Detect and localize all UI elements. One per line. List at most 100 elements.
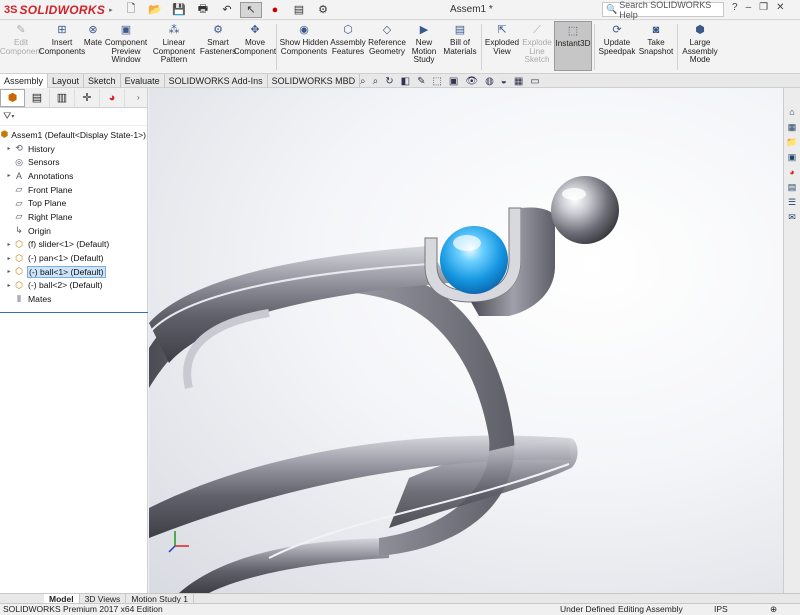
help-search-input[interactable]: 🔍 Search SOLIDWORKS Help <box>602 2 724 17</box>
linear-component-pattern-button[interactable]: ⁂Linear Component Pattern <box>148 21 200 65</box>
zoom-to-fit-icon[interactable]: ⌕ <box>360 76 366 87</box>
tree-node[interactable]: ▸⬡(-) ball<1> (Default) <box>0 265 147 279</box>
rebuild-status-icon[interactable]: ⊕ <box>770 604 777 615</box>
component-preview-window-button[interactable]: ▣Component Preview Window <box>104 21 148 65</box>
ribbon-button-label: Instant3D <box>555 40 590 49</box>
tab-evaluate[interactable]: Evaluate <box>121 74 165 88</box>
tree-node[interactable]: ▸⬡(f) slider<1> (Default) <box>0 238 147 252</box>
hide-show-items-icon[interactable]: 👁 <box>465 76 478 87</box>
expand-panel-icon[interactable]: › <box>137 93 147 102</box>
show-hidden-components-button[interactable]: ◉Show Hidden Components <box>279 21 329 56</box>
tree-node[interactable]: ▸⬡(-) ball<2> (Default) <box>0 279 147 293</box>
smart-fasteners-button[interactable]: ⚙Smart Fasteners <box>200 21 236 56</box>
ribbon-button-label: Bill of Materials <box>441 39 479 56</box>
feature-tree-tab-icon[interactable]: ⬢ <box>0 89 25 107</box>
reference-geometry-button[interactable]: ◇Reference Geometry <box>367 21 407 56</box>
large-assembly-icon: ⬢ <box>692 23 708 37</box>
expand-arrow-icon[interactable]: ▸ <box>5 268 13 275</box>
tree-node[interactable]: ▸⬡(-) pan<1> (Default) <box>0 251 147 265</box>
tree-node-label: Top Plane <box>27 198 67 208</box>
large-assembly-mode-button[interactable]: ⬢Large Assembly Mode <box>680 21 720 65</box>
ribbon-button-label: Edit Component <box>0 39 42 56</box>
close-icon[interactable]: ✕ <box>776 2 784 13</box>
tab-solidworks-mbd[interactable]: SOLIDWORKS MBD <box>268 74 361 88</box>
command-manager: ✎Edit Component⊞Insert Components⊗Mate▣C… <box>0 21 800 73</box>
print-icon[interactable]: 🖶 <box>192 2 214 18</box>
expand-arrow-icon[interactable]: ▸ <box>5 241 13 248</box>
open-icon[interactable]: 📂 <box>144 2 166 18</box>
instant3d-button[interactable]: ⬚Instant3D <box>554 21 592 71</box>
assembly-features-button[interactable]: ⬡Assembly Features <box>329 21 367 56</box>
configuration-manager-tab-icon[interactable]: ▥ <box>50 89 75 107</box>
assembly-3d-model[interactable] <box>149 88 783 593</box>
tab-assembly[interactable]: Assembly <box>0 74 48 88</box>
tab-solidworks-add-ins[interactable]: SOLIDWORKS Add-Ins <box>165 74 268 88</box>
solidworks-logo[interactable]: 3S SOLIDWORKS ▸ <box>0 3 110 17</box>
zoom-area-icon[interactable]: ⌕ <box>373 76 379 87</box>
explode-line-sketch-button[interactable]: ⟋Explode Line Sketch <box>520 21 554 65</box>
view-palette-icon[interactable]: ▣ <box>786 151 798 163</box>
dimxpert-tab-icon[interactable]: ✛ <box>75 89 100 107</box>
expand-arrow-icon[interactable]: ▸ <box>5 145 13 152</box>
design-library-icon[interactable]: ▦ <box>786 121 798 133</box>
options-gear-icon[interactable]: ⚙ <box>312 2 334 18</box>
undo-icon[interactable]: ↶ <box>216 2 238 18</box>
select-icon[interactable]: ↖ <box>240 2 262 18</box>
display-style-icon[interactable]: ▣ <box>449 76 458 87</box>
update-speedpak-button[interactable]: ⟳Update Speedpak <box>597 21 637 56</box>
property-manager-tab-icon[interactable]: ▤ <box>25 89 50 107</box>
tree-node[interactable]: ▱Top Plane <box>0 196 147 210</box>
expand-arrow-icon[interactable]: ▸ <box>5 255 13 262</box>
dynamic-annotation-icon[interactable]: ✎ <box>417 76 425 87</box>
tree-filter[interactable]: ⛛▾ <box>0 108 147 126</box>
save-icon[interactable]: 💾 <box>168 2 190 18</box>
tree-node[interactable]: ⬢Assem1 (Default<Display State-1>) <box>0 128 147 142</box>
display-manager-tab-icon[interactable]: ◕ <box>100 89 125 107</box>
expand-arrow-icon[interactable]: ▸ <box>5 172 13 179</box>
section-view-icon[interactable]: ◧ <box>401 76 410 87</box>
view-orientation-icon[interactable]: ⬚ <box>432 76 441 87</box>
quick-access-toolbar: 🗋 📂 💾 🖶 ↶ ↖ ● ▤ ⚙ <box>120 2 334 18</box>
mate-button[interactable]: ⊗Mate <box>82 21 104 48</box>
bottom-tab-model[interactable]: Model <box>44 594 80 603</box>
tree-node[interactable]: ▱Front Plane <box>0 183 147 197</box>
expand-arrow-icon[interactable]: ▸ <box>5 282 13 289</box>
edit-appearance-icon[interactable]: ◍ <box>485 76 494 87</box>
edit-component-button[interactable]: ✎Edit Component <box>0 21 42 56</box>
community-icon[interactable]: ✉ <box>786 211 798 223</box>
move-component-button[interactable]: ✥Move Component <box>236 21 274 56</box>
take-snapshot-button[interactable]: ◙Take Snapshot <box>637 21 675 56</box>
bill-of-materials-button[interactable]: ▤Bill of Materials <box>441 21 479 56</box>
view-settings-icon[interactable]: ▦ <box>514 76 523 87</box>
bottom-tab-motion-study-1[interactable]: Motion Study 1 <box>126 594 194 603</box>
solidworks-forum-icon[interactable]: ☰ <box>786 196 798 208</box>
tab-layout[interactable]: Layout <box>48 74 84 88</box>
graphics-area[interactable] <box>149 88 783 593</box>
file-properties-icon[interactable]: ▤ <box>288 2 310 18</box>
tree-node[interactable]: ▸⟲History <box>0 142 147 156</box>
new-document-icon[interactable]: 🗋 <box>120 2 142 18</box>
tree-node[interactable]: ◎Sensors <box>0 155 147 169</box>
resources-icon[interactable]: ⌂ <box>786 106 798 118</box>
tree-node[interactable]: ↳Origin <box>0 224 147 238</box>
new-motion-study-button[interactable]: ▶New Motion Study <box>407 21 441 65</box>
restore-icon[interactable]: ❐ <box>759 2 768 13</box>
minimize-icon[interactable]: – <box>746 2 752 13</box>
previous-view-icon[interactable]: ↻ <box>385 76 393 87</box>
bottom-tab-3d-views[interactable]: 3D Views <box>80 594 127 603</box>
tab-sketch[interactable]: Sketch <box>84 74 121 88</box>
file-explorer-icon[interactable]: 📁 <box>786 136 798 148</box>
tree-node[interactable]: ▱Right Plane <box>0 210 147 224</box>
tree-node[interactable]: ▸AAnnotations <box>0 169 147 183</box>
help-icon[interactable]: ? <box>732 2 738 13</box>
rollback-bar[interactable] <box>0 312 148 313</box>
apply-scene-icon[interactable]: ◒ <box>501 76 507 87</box>
rebuild-icon[interactable]: ● <box>264 2 286 18</box>
exploded-view-button[interactable]: ⇱Exploded View <box>484 21 520 56</box>
insert-components-button[interactable]: ⊞Insert Components <box>42 21 82 56</box>
custom-properties-icon[interactable]: ▤ <box>786 181 798 193</box>
display-pane-icon[interactable]: ▭ <box>530 76 539 87</box>
status-units[interactable]: IPS <box>714 604 728 615</box>
appearances-icon[interactable]: ◕ <box>786 166 798 178</box>
tree-node[interactable]: ⫴Mates <box>0 292 147 306</box>
